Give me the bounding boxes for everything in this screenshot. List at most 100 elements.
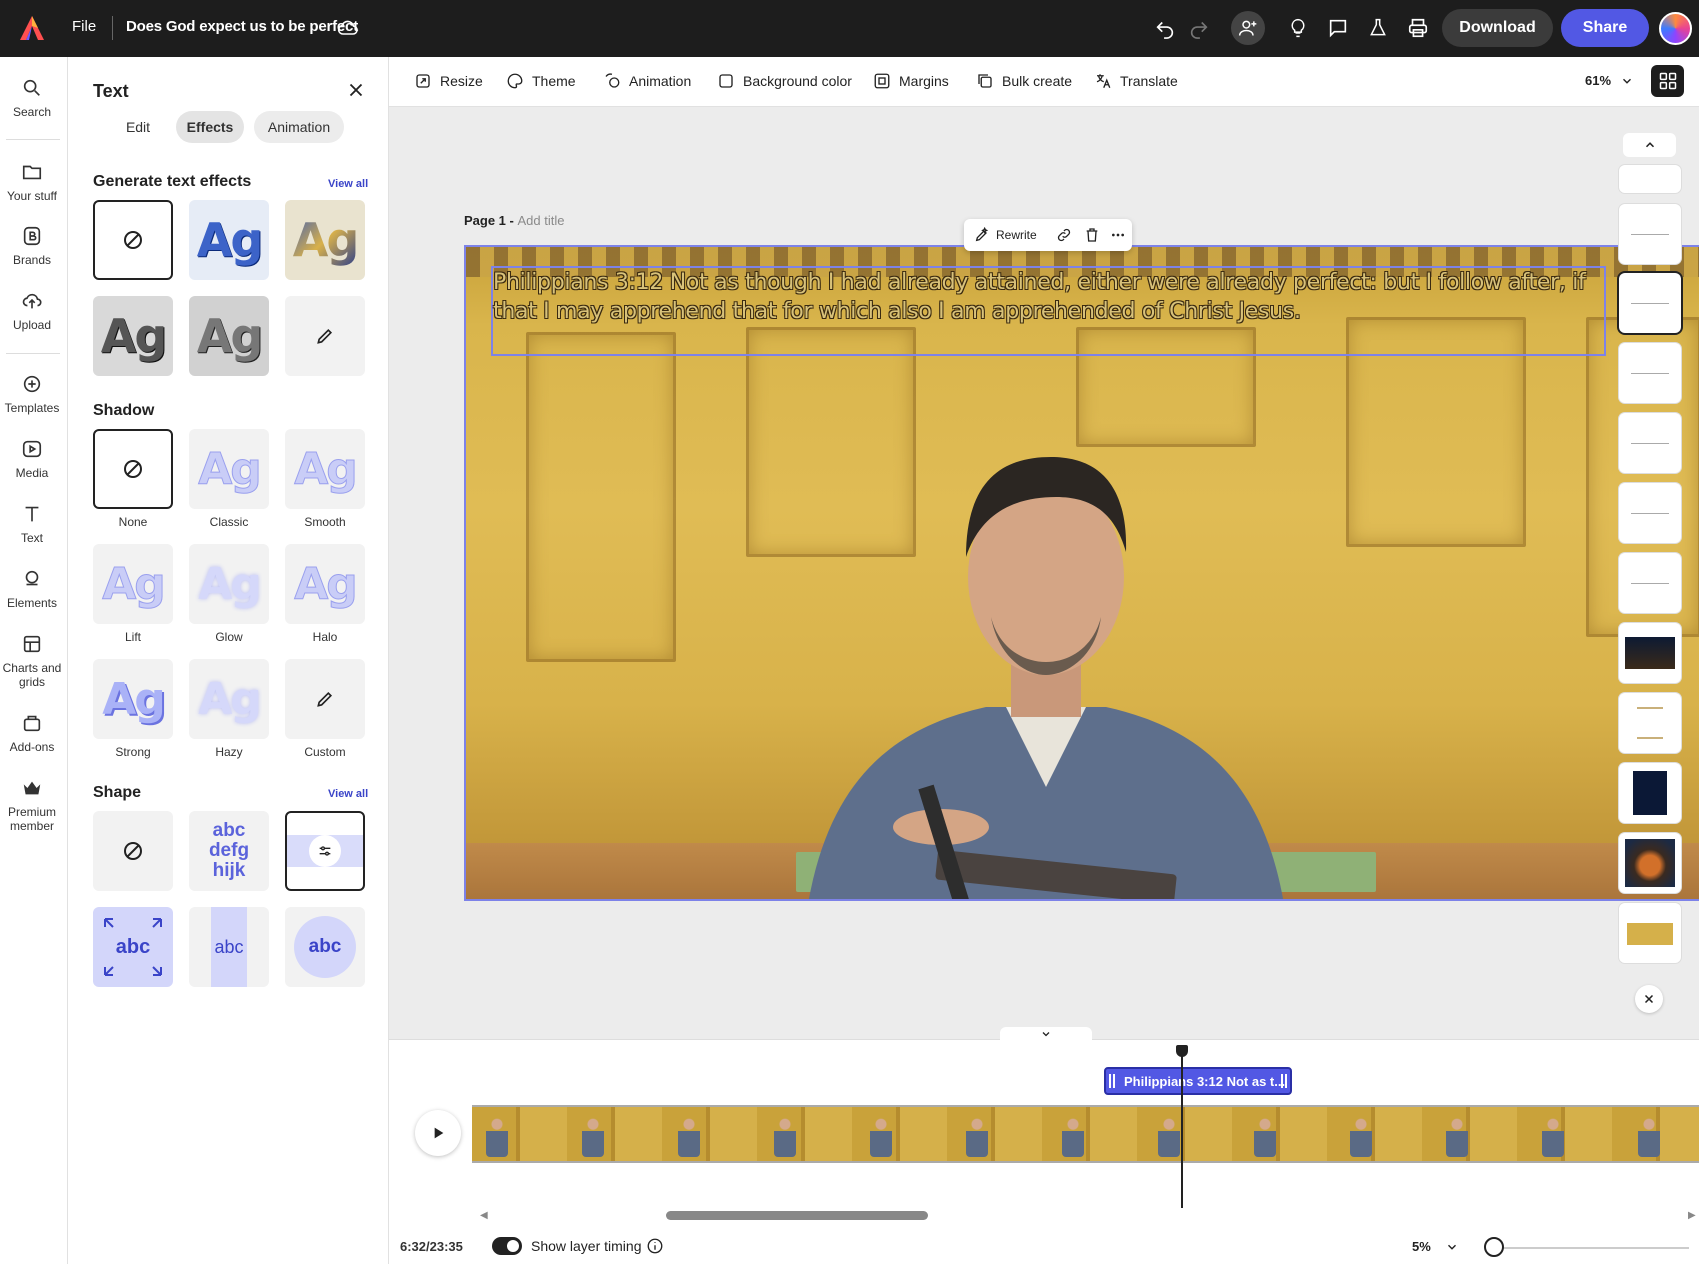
more-icon[interactable]	[1110, 227, 1126, 243]
shadow-halo-tile[interactable]: Ag	[285, 544, 365, 624]
flask-icon[interactable]	[1365, 15, 1391, 41]
resize-button[interactable]: Resize	[414, 72, 483, 90]
tab-effects[interactable]: Effects	[176, 111, 244, 143]
page-thumbnail[interactable]	[1619, 413, 1681, 473]
shadow-classic-tile[interactable]: Ag	[189, 429, 269, 509]
templates-icon	[23, 375, 41, 393]
rail-item-upload[interactable]: Upload	[0, 290, 64, 332]
undo-icon[interactable]	[1152, 15, 1178, 41]
comment-icon[interactable]	[1325, 15, 1351, 41]
tab-edit[interactable]: Edit	[112, 111, 164, 143]
timeline-zoom-level[interactable]: 5%	[1412, 1239, 1431, 1254]
background-color-button[interactable]: Background color	[717, 72, 852, 90]
page-thumbnail[interactable]	[1619, 204, 1681, 264]
translate-button[interactable]: Translate	[1094, 72, 1178, 90]
trash-icon[interactable]	[1084, 227, 1100, 243]
page-thumbnail[interactable]	[1619, 763, 1681, 823]
scroll-up-button[interactable]	[1623, 133, 1676, 157]
effect-stone-tile[interactable]: Ag	[189, 296, 269, 376]
invite-user-icon[interactable]	[1231, 11, 1265, 45]
close-icon[interactable]	[345, 79, 367, 101]
bulk-create-button[interactable]: Bulk create	[976, 72, 1072, 90]
view-all-link[interactable]: View all	[328, 788, 368, 800]
video-filmstrip[interactable]	[472, 1105, 1699, 1163]
shape-wrap-tile[interactable]: abc defg hijk	[189, 811, 269, 891]
download-button[interactable]: Download	[1442, 9, 1553, 47]
effect-none-tile[interactable]	[93, 200, 173, 280]
shadow-hazy-tile[interactable]: Ag	[189, 659, 269, 739]
play-button[interactable]	[415, 1110, 461, 1156]
rail-item-elements[interactable]: Elements	[0, 568, 64, 610]
text-clip[interactable]: Philippians 3:12 Not as t...	[1104, 1067, 1292, 1095]
page-thumbnail[interactable]	[1619, 693, 1681, 753]
add-title-link[interactable]: Add title	[517, 213, 564, 228]
shadow-smooth-tile[interactable]: Ag	[285, 429, 365, 509]
chevron-down-icon[interactable]	[1620, 74, 1634, 88]
collapse-timeline-button[interactable]	[1000, 1027, 1092, 1041]
clip-start-handle[interactable]	[1109, 1074, 1115, 1088]
cloud-sync-icon[interactable]	[336, 16, 360, 40]
rail-item-text[interactable]: Text	[0, 503, 64, 545]
tab-animation[interactable]: Animation	[254, 111, 344, 143]
page-thumbnail[interactable]	[1619, 623, 1681, 683]
scroll-right-arrow[interactable]: ▶	[1688, 1210, 1696, 1221]
shadow-glow-tile[interactable]: Ag	[189, 544, 269, 624]
page-thumbnail[interactable]	[1619, 903, 1681, 963]
page-thumbnail[interactable]	[1619, 553, 1681, 613]
chevron-down-icon[interactable]	[1445, 1240, 1459, 1254]
margins-button[interactable]: Margins	[873, 72, 949, 90]
scroll-left-arrow[interactable]: ◀	[480, 1210, 488, 1221]
timeline-zoom-knob[interactable]	[1484, 1237, 1504, 1257]
close-thumbnails-button[interactable]	[1635, 985, 1663, 1013]
rail-item-premium[interactable]: Premium member	[0, 777, 64, 833]
page-thumbnail[interactable]	[1619, 343, 1681, 403]
shape-none-tile[interactable]	[93, 811, 173, 891]
adobe-express-logo[interactable]	[18, 14, 46, 42]
rail-item-addons[interactable]: Add-ons	[0, 712, 64, 754]
avatar[interactable]	[1659, 12, 1692, 45]
effect-custom-tile[interactable]	[285, 296, 365, 376]
lightbulb-icon[interactable]	[1285, 15, 1311, 41]
shape-expand-tile[interactable]: abc	[93, 907, 173, 987]
rail-item-search[interactable]: Search	[0, 77, 64, 119]
link-icon[interactable]	[1056, 227, 1072, 243]
print-icon[interactable]	[1405, 15, 1431, 41]
rewrite-button[interactable]: Rewrite	[974, 227, 1037, 243]
clip-end-handle[interactable]	[1281, 1074, 1287, 1088]
page-thumbnail[interactable]	[1619, 833, 1681, 893]
effect-pattern-tile[interactable]: Ag	[93, 296, 173, 376]
zoom-level[interactable]: 61%	[1585, 73, 1611, 88]
shadow-none-tile[interactable]	[93, 429, 173, 509]
verse-text[interactable]: Philippians 3:12 Not as though I had alr…	[493, 268, 1603, 326]
page-thumbnail-current[interactable]	[1619, 273, 1681, 333]
page-grid-button[interactable]	[1651, 65, 1684, 97]
shadow-strong-tile[interactable]: Ag	[93, 659, 173, 739]
rail-item-brands[interactable]: Brands	[0, 225, 64, 267]
show-layer-timing-toggle[interactable]	[492, 1237, 522, 1255]
file-menu-button[interactable]: File	[72, 18, 96, 35]
playhead[interactable]	[1181, 1050, 1183, 1208]
rail-item-charts[interactable]: Charts and grids	[0, 633, 64, 689]
share-button[interactable]: Share	[1561, 9, 1649, 47]
playhead-handle[interactable]	[1176, 1045, 1188, 1057]
info-icon[interactable]	[646, 1237, 664, 1255]
theme-button[interactable]: Theme	[506, 72, 576, 90]
effect-gold-tile[interactable]: Ag	[285, 200, 365, 280]
animation-button[interactable]: Animation	[603, 72, 691, 90]
page-thumbnail[interactable]	[1619, 165, 1681, 193]
view-all-link[interactable]: View all	[328, 178, 368, 190]
effect-blue-tile[interactable]: Ag	[189, 200, 269, 280]
rail-item-your-stuff[interactable]: Your stuff	[0, 161, 64, 203]
shape-column-tile[interactable]: abc	[189, 907, 269, 987]
shape-band-tile[interactable]	[285, 811, 365, 891]
timeline-scrollbar[interactable]	[666, 1211, 928, 1220]
redo-icon[interactable]	[1186, 15, 1212, 41]
rail-item-media[interactable]: Media	[0, 438, 64, 480]
rail-item-templates[interactable]: Templates	[0, 373, 64, 415]
page-thumbnail[interactable]	[1619, 483, 1681, 543]
shadow-custom-tile[interactable]	[285, 659, 365, 739]
shadow-lift-tile[interactable]: Ag	[93, 544, 173, 624]
document-title[interactable]: Does God expect us to be perfect	[126, 18, 358, 35]
timeline-zoom-slider[interactable]	[1494, 1247, 1689, 1249]
shape-circle-tile[interactable]: abc	[285, 907, 365, 987]
